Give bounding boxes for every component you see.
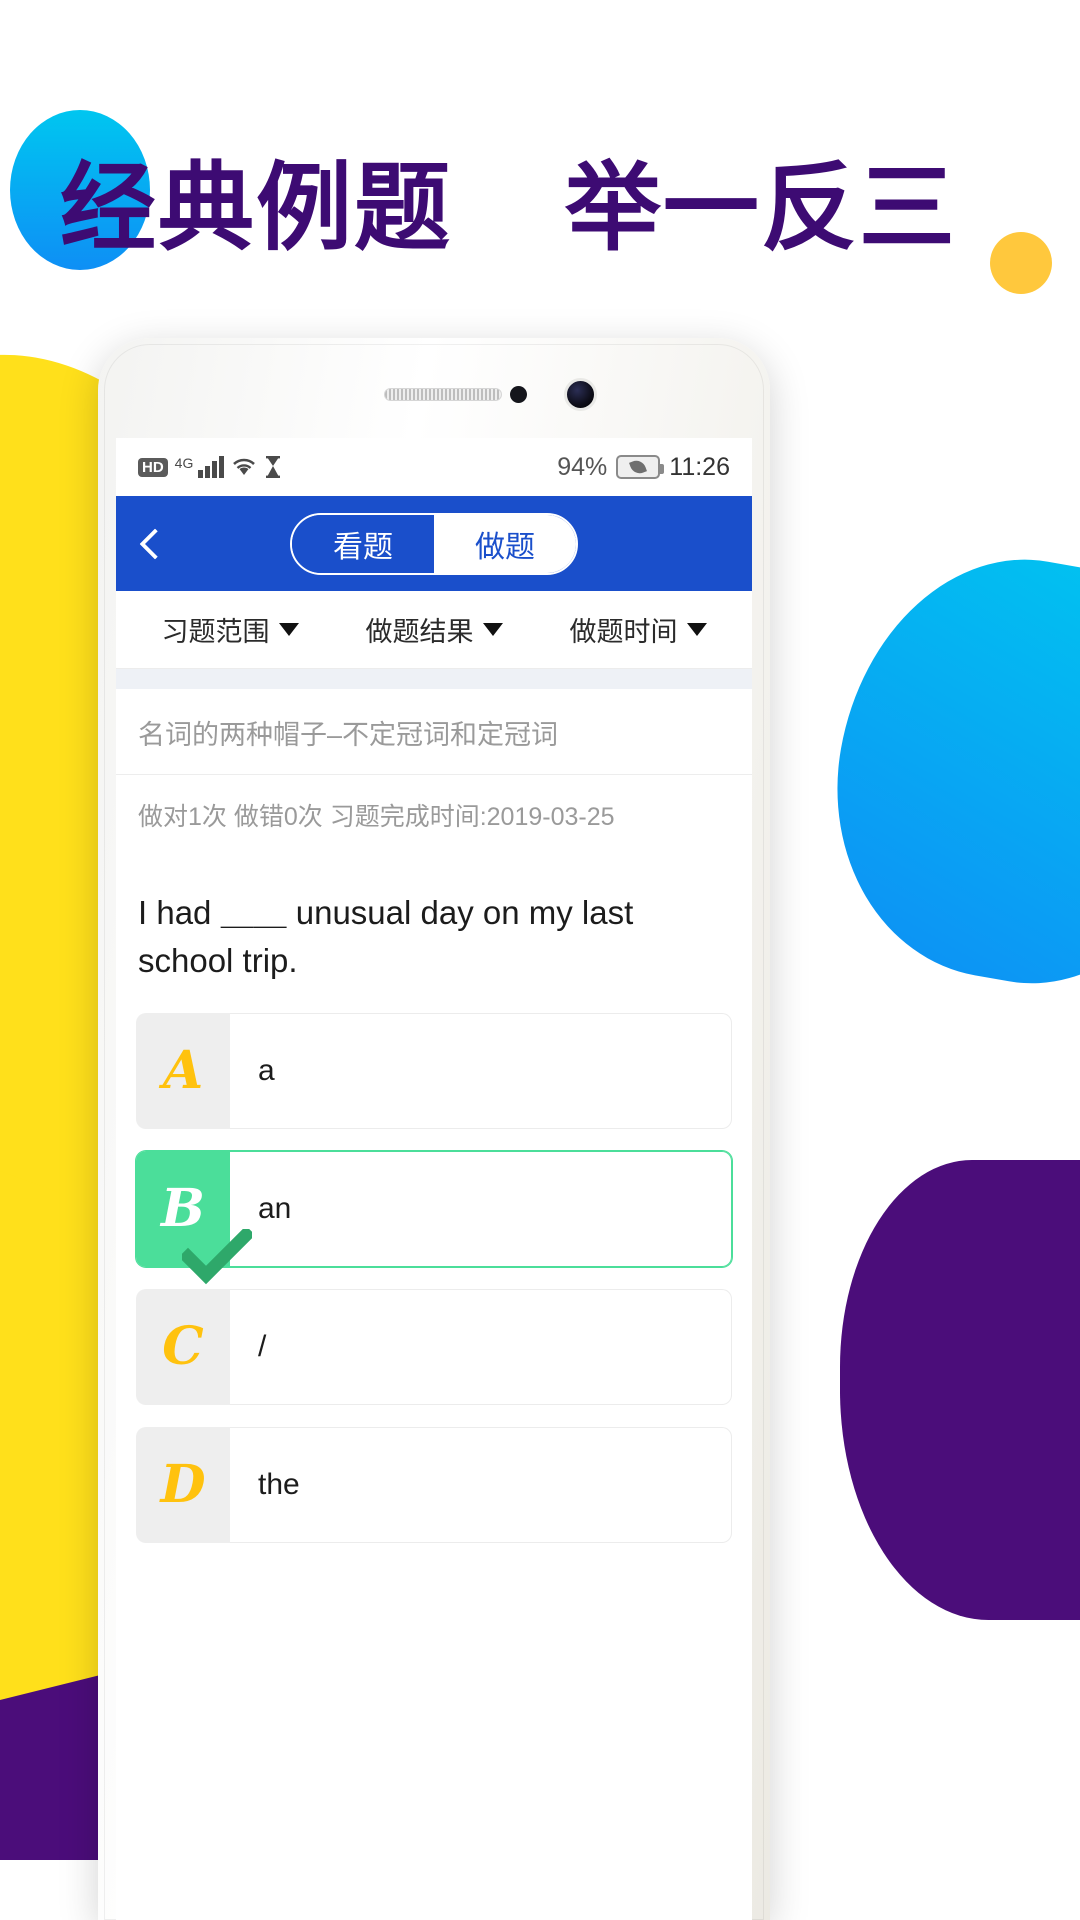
option-text-a: a bbox=[230, 1012, 732, 1129]
answer-option-d[interactable]: D the bbox=[136, 1426, 732, 1543]
power-saver-leaf-icon bbox=[629, 458, 648, 476]
option-letter-d: D bbox=[136, 1426, 230, 1543]
section-divider-band bbox=[116, 669, 752, 689]
headline-part-2: 举一反三 bbox=[564, 152, 957, 264]
cyan-blob-right-shape bbox=[806, 531, 1080, 1009]
proximity-sensor-icon bbox=[510, 386, 527, 403]
yellow-dot-icon bbox=[990, 232, 1052, 294]
tab-do-questions[interactable]: 做题 bbox=[434, 514, 576, 573]
correct-check-icon bbox=[182, 1228, 252, 1284]
status-bar-right-icons: 94% 11:26 bbox=[557, 453, 730, 482]
status-bar-left-icons: HD 4G bbox=[138, 455, 282, 479]
clock-label: 11:26 bbox=[669, 452, 730, 481]
earpiece-speaker-icon bbox=[384, 388, 502, 401]
answer-option-c[interactable]: C / bbox=[136, 1288, 732, 1405]
headline-part-1: 经典例题 bbox=[60, 152, 452, 264]
option-text-d: the bbox=[230, 1426, 732, 1543]
chevron-down-icon bbox=[278, 623, 299, 636]
back-chevron-icon[interactable] bbox=[138, 531, 164, 557]
chapter-title: 名词的两种帽子–不定冠词和定冠词 bbox=[116, 689, 752, 775]
chevron-down-icon bbox=[686, 623, 707, 636]
network-type-label: 4G bbox=[174, 455, 194, 471]
wifi-icon bbox=[233, 458, 256, 475]
answer-option-a[interactable]: A a bbox=[136, 1012, 732, 1129]
front-camera-icon bbox=[564, 378, 597, 411]
hd-icon: HD bbox=[138, 457, 168, 477]
tab-view-questions[interactable]: 看题 bbox=[292, 514, 434, 573]
question-text: I had ＿＿ unusual day on my last school t… bbox=[138, 894, 634, 979]
filter-question-scope-label: 习题范围 bbox=[161, 617, 270, 647]
poster-headline: 经典例题 举一反三 bbox=[60, 130, 960, 269]
filter-question-scope[interactable]: 习题范围 bbox=[162, 610, 299, 649]
option-text-b: an bbox=[230, 1150, 732, 1267]
filter-bar: 习题范围 做题结果 做题时间 bbox=[116, 591, 752, 669]
chevron-down-icon bbox=[482, 623, 503, 636]
filter-time[interactable]: 做题时间 bbox=[570, 610, 707, 649]
phone-screen: HD 4G 94% 11:26 看题 做题 习题范围 做题结果 做题时间 名词的… bbox=[116, 438, 752, 1920]
purple-blob-right-shape bbox=[840, 1160, 1080, 1620]
battery-percent-label: 94% bbox=[557, 452, 608, 481]
question-stats: 做对1次 做错0次 习题完成时间:2019-03-25 bbox=[138, 803, 615, 831]
answer-options-list: A a B an C / D the bbox=[116, 997, 752, 1543]
signal-bars-icon bbox=[198, 456, 225, 478]
answer-option-b[interactable]: B an bbox=[136, 1150, 732, 1284]
option-letter-c: C bbox=[136, 1288, 230, 1405]
status-bar: HD 4G 94% 11:26 bbox=[116, 438, 752, 496]
filter-result[interactable]: 做题结果 bbox=[366, 610, 503, 649]
filter-time-label: 做题时间 bbox=[569, 617, 678, 647]
option-text-c: / bbox=[230, 1288, 732, 1405]
phone-top-bezel bbox=[98, 338, 770, 438]
option-letter-a: A bbox=[136, 1012, 230, 1129]
hourglass-icon bbox=[266, 456, 281, 478]
app-navbar: 看题 做题 bbox=[116, 496, 752, 591]
battery-icon bbox=[616, 455, 665, 479]
filter-result-label: 做题结果 bbox=[365, 617, 474, 647]
mode-segmented-control[interactable]: 看题 做题 bbox=[290, 512, 578, 575]
phone-mockup: HD 4G 94% 11:26 看题 做题 习题范围 做题结果 做题时间 名词的… bbox=[98, 338, 770, 1920]
